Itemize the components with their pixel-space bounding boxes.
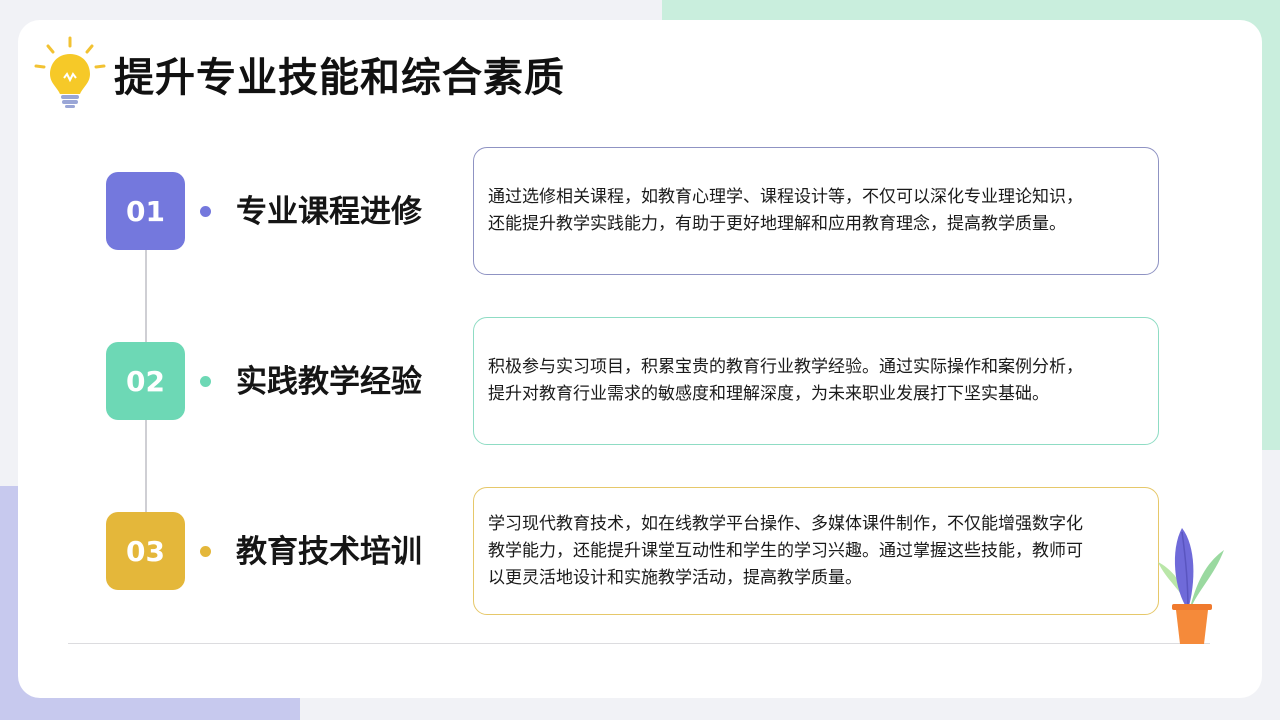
description-box-02: 积极参与实习项目，积累宝贵的教育行业教学经验。通过实际操作和案例分析， 提升对教… (473, 317, 1159, 445)
description-box-03: 学习现代教育技术，如在线教学平台操作、多媒体课件制作，不仅能增强数字化 教学能力… (473, 487, 1159, 615)
divider-line (68, 643, 1210, 644)
item-title-02: 实践教学经验 (236, 364, 422, 400)
number-badge-03: 03 (106, 512, 185, 590)
bullet-dot (200, 546, 211, 557)
number-badge-01: 01 (106, 172, 185, 250)
number-badge-02: 02 (106, 342, 185, 420)
item-title-01: 专业课程进修 (236, 194, 422, 230)
description-box-01: 通过选修相关课程，如教育心理学、课程设计等，不仅可以深化专业理论知识， 还能提升… (473, 147, 1159, 275)
description-text-03: 学习现代教育技术，如在线教学平台操作、多媒体课件制作，不仅能增强数字化 教学能力… (488, 513, 1083, 588)
description-text-01: 通过选修相关课程，如教育心理学、课程设计等，不仅可以深化专业理论知识， 还能提升… (488, 187, 1083, 234)
item-title-03: 教育技术培训 (236, 534, 422, 570)
bullet-dot (200, 376, 211, 387)
lightbulb-icon (34, 36, 106, 108)
description-text-02: 积极参与实习项目，积累宝贵的教育行业教学经验。通过实际操作和案例分析， 提升对教… (488, 357, 1083, 404)
page-title: 提升专业技能和综合素质 (114, 55, 565, 101)
potted-plant-icon (1158, 528, 1224, 644)
bullet-dot (200, 206, 211, 217)
